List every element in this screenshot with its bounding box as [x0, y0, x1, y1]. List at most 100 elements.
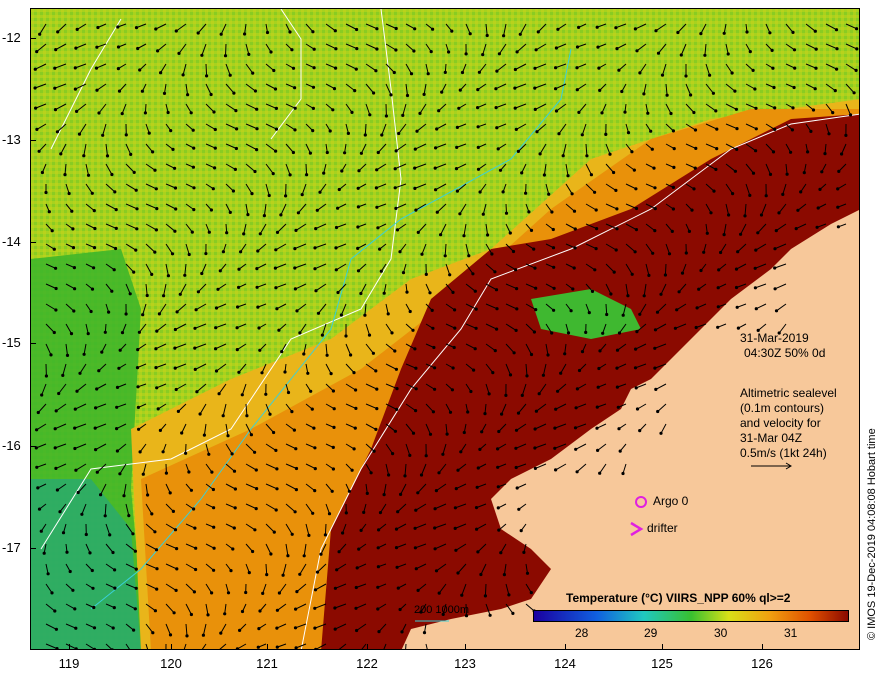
velocity-arrow-head — [219, 32, 223, 36]
velocity-arrow-head — [256, 645, 260, 649]
velocity-arrow-head — [589, 173, 594, 177]
velocity-arrow-head — [699, 32, 703, 36]
velocity-arrow-head — [554, 46, 559, 50]
velocity-arrow-head — [256, 305, 260, 309]
y-tick-mark — [30, 38, 36, 39]
velocity-arrow-head — [111, 550, 115, 555]
velocity-arrow-head — [288, 173, 292, 177]
velocity-arrow-head — [836, 187, 840, 191]
colorbar-tick-label: 31 — [784, 626, 798, 640]
velocity-arrow-head — [676, 30, 680, 35]
velocity-arrow-head — [236, 305, 240, 309]
velocity-arrow-head — [833, 89, 837, 93]
velocity-arrow-head — [633, 27, 638, 31]
sealevel-line: (0.1m contours) — [740, 401, 825, 415]
velocity-arrow-head — [201, 633, 205, 637]
velocity-arrow-head — [517, 507, 521, 511]
velocity-arrow-head — [836, 225, 841, 229]
sst-map[interactable] — [31, 9, 860, 650]
velocity-arrow-head — [534, 48, 538, 52]
velocity-arrow-head — [374, 186, 378, 190]
velocity-arrow-head — [414, 409, 418, 413]
velocity-arrow-head — [273, 266, 277, 270]
velocity-arrow-head — [428, 432, 433, 436]
velocity-arrow-head — [554, 468, 558, 472]
velocity-arrow-head — [671, 129, 676, 133]
velocity-arrow-head — [440, 90, 444, 94]
velocity-arrow-head — [73, 287, 77, 291]
velocity-arrow-head — [318, 190, 322, 194]
velocity-arrow-head — [212, 110, 216, 114]
velocity-arrow-head — [469, 389, 473, 394]
velocity-arrow-head — [792, 48, 797, 52]
velocity-arrow-head — [94, 406, 98, 410]
velocity-arrow-head — [155, 207, 159, 211]
velocity-arrow-head — [413, 147, 417, 151]
velocity-arrow-head — [94, 448, 98, 452]
velocity-arrow-head — [422, 92, 426, 96]
velocity-arrow-head — [153, 530, 157, 534]
velocity-arrow-head — [99, 493, 103, 497]
velocity-arrow-head — [173, 186, 178, 190]
velocity-arrow-head — [595, 405, 599, 409]
velocity-arrow-head — [435, 127, 439, 131]
velocity-arrow-head — [514, 268, 518, 272]
velocity-arrow-head — [65, 353, 70, 357]
velocity-arrow-head — [115, 427, 119, 431]
map-frame[interactable] — [30, 8, 860, 650]
velocity-arrow-head — [485, 33, 489, 38]
velocity-arrow-head — [365, 491, 369, 495]
velocity-arrow-head — [514, 127, 518, 131]
velocity-arrow-head — [133, 607, 137, 611]
velocity-arrow-head — [615, 227, 619, 231]
velocity-arrow-head — [395, 407, 399, 411]
velocity-arrow-head — [205, 74, 209, 78]
velocity-arrow-head — [172, 611, 176, 615]
velocity-arrow-head — [818, 187, 822, 191]
velocity-arrow-head — [363, 133, 367, 137]
velocity-arrow-head — [650, 147, 654, 151]
velocity-arrow-head — [515, 50, 519, 54]
velocity-arrow-head — [356, 246, 360, 250]
velocity-arrow-head — [570, 192, 574, 196]
velocity-arrow-head — [473, 289, 477, 293]
velocity-arrow-head — [396, 586, 400, 590]
velocity-arrow-head — [393, 429, 397, 433]
velocity-arrow-head — [336, 290, 340, 295]
velocity-arrow-head — [254, 507, 258, 511]
velocity-arrow-head — [330, 489, 334, 493]
velocity-arrow-head — [217, 392, 221, 396]
velocity-arrow-head — [89, 309, 93, 314]
velocity-arrow-head — [552, 265, 556, 269]
velocity-arrow-head — [453, 308, 457, 312]
velocity-arrow-head — [226, 591, 231, 595]
x-tick-label: 124 — [554, 656, 576, 671]
velocity-arrow-head — [157, 312, 161, 316]
velocity-arrow-head — [451, 290, 455, 294]
velocity-arrow-head — [443, 254, 447, 258]
velocity-arrow-head — [211, 487, 215, 492]
velocity-arrow-head — [774, 309, 779, 313]
velocity-arrow-head — [267, 193, 271, 198]
velocity-arrow-head — [75, 389, 79, 393]
velocity-arrow-head — [672, 147, 676, 151]
velocity-arrow-head — [156, 49, 160, 53]
velocity-arrow-head — [443, 70, 447, 74]
velocity-arrow-head — [448, 273, 452, 277]
velocity-arrow-head — [374, 369, 378, 373]
velocity-arrow-head — [754, 149, 758, 153]
velocity-arrow-head — [134, 188, 138, 192]
velocity-arrow-head — [659, 431, 663, 435]
velocity-arrow-head — [162, 91, 167, 95]
velocity-arrow-head — [375, 168, 379, 172]
velocity-arrow-head — [733, 169, 738, 173]
velocity-arrow-head — [653, 328, 658, 332]
y-tick-label: -13 — [2, 132, 21, 147]
velocity-arrow-head — [284, 194, 288, 198]
velocity-arrow-head — [154, 366, 158, 370]
velocity-arrow-head — [537, 392, 541, 396]
velocity-arrow — [364, 123, 367, 136]
velocity-arrow-head — [393, 186, 397, 190]
velocity-arrow-head — [313, 489, 317, 493]
velocity-arrow-head — [533, 466, 537, 470]
